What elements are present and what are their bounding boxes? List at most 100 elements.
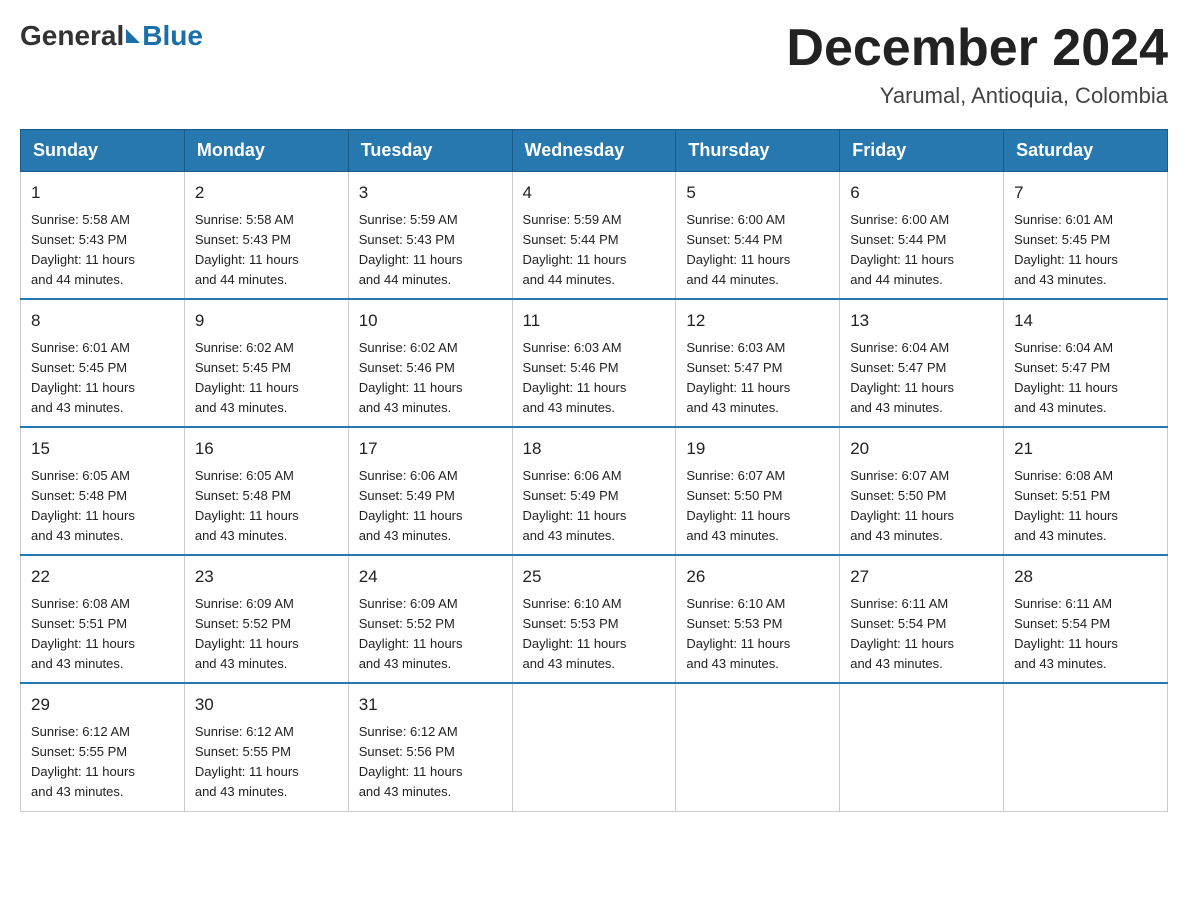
day-info: Sunrise: 6:04 AMSunset: 5:47 PMDaylight:…: [1014, 338, 1157, 419]
day-number: 24: [359, 564, 502, 590]
calendar-cell: 6 Sunrise: 6:00 AMSunset: 5:44 PMDaylight…: [840, 172, 1004, 300]
day-info: Sunrise: 6:00 AMSunset: 5:44 PMDaylight:…: [850, 210, 993, 291]
day-number: 14: [1014, 308, 1157, 334]
calendar-cell: 3 Sunrise: 5:59 AMSunset: 5:43 PMDaylight…: [348, 172, 512, 300]
day-info: Sunrise: 6:10 AMSunset: 5:53 PMDaylight:…: [523, 594, 666, 675]
day-number: 2: [195, 180, 338, 206]
calendar-cell: 17Sunrise: 6:06 AMSunset: 5:49 PMDayligh…: [348, 427, 512, 555]
day-number: 28: [1014, 564, 1157, 590]
calendar-cell: 11 Sunrise: 6:03 AMSunset: 5:46 PMDayligh…: [512, 299, 676, 427]
calendar-table: SundayMondayTuesdayWednesdayThursdayFrid…: [20, 129, 1168, 811]
day-number: 25: [523, 564, 666, 590]
day-number: 8: [31, 308, 174, 334]
header-saturday: Saturday: [1004, 130, 1168, 172]
day-info: Sunrise: 6:10 AMSunset: 5:53 PMDaylight:…: [686, 594, 829, 675]
calendar-cell: 5Sunrise: 6:00 AMSunset: 5:44 PMDaylight…: [676, 172, 840, 300]
calendar-cell: 31Sunrise: 6:12 AMSunset: 5:56 PMDayligh…: [348, 683, 512, 811]
day-number: 4: [523, 180, 666, 206]
day-info: Sunrise: 6:05 AMSunset: 5:48 PMDaylight:…: [195, 466, 338, 547]
day-info: Sunrise: 6:03 AMSunset: 5:46 PMDaylight:…: [523, 338, 666, 419]
day-number: 22: [31, 564, 174, 590]
calendar-cell: 19 Sunrise: 6:07 AMSunset: 5:50 PMDayligh…: [676, 427, 840, 555]
day-number: 30: [195, 692, 338, 718]
day-info: Sunrise: 6:04 AMSunset: 5:47 PMDaylight:…: [850, 338, 993, 419]
day-number: 15: [31, 436, 174, 462]
week-row-3: 15 Sunrise: 6:05 AMSunset: 5:48 PMDayligh…: [21, 427, 1168, 555]
calendar-cell: 10 Sunrise: 6:02 AMSunset: 5:46 PMDayligh…: [348, 299, 512, 427]
week-row-5: 29 Sunrise: 6:12 AMSunset: 5:55 PMDayligh…: [21, 683, 1168, 811]
calendar-cell: 30 Sunrise: 6:12 AMSunset: 5:55 PMDayligh…: [184, 683, 348, 811]
day-info: Sunrise: 6:01 AMSunset: 5:45 PMDaylight:…: [31, 338, 174, 419]
calendar-title: December 2024: [786, 20, 1168, 77]
calendar-cell: 4Sunrise: 5:59 AMSunset: 5:44 PMDaylight…: [512, 172, 676, 300]
week-row-4: 22 Sunrise: 6:08 AMSunset: 5:51 PMDayligh…: [21, 555, 1168, 683]
day-info: Sunrise: 6:07 AMSunset: 5:50 PMDaylight:…: [686, 466, 829, 547]
day-info: Sunrise: 5:58 AMSunset: 5:43 PMDaylight:…: [195, 210, 338, 291]
calendar-cell: [676, 683, 840, 811]
day-number: 19: [686, 436, 829, 462]
day-number: 3: [359, 180, 502, 206]
calendar-cell: 9 Sunrise: 6:02 AMSunset: 5:45 PMDaylight…: [184, 299, 348, 427]
calendar-cell: 2 Sunrise: 5:58 AMSunset: 5:43 PMDaylight…: [184, 172, 348, 300]
calendar-cell: [512, 683, 676, 811]
calendar-cell: 15 Sunrise: 6:05 AMSunset: 5:48 PMDayligh…: [21, 427, 185, 555]
calendar-cell: 22 Sunrise: 6:08 AMSunset: 5:51 PMDayligh…: [21, 555, 185, 683]
day-number: 29: [31, 692, 174, 718]
calendar-cell: 12 Sunrise: 6:03 AMSunset: 5:47 PMDayligh…: [676, 299, 840, 427]
header-row: SundayMondayTuesdayWednesdayThursdayFrid…: [21, 130, 1168, 172]
day-number: 10: [359, 308, 502, 334]
day-info: Sunrise: 6:02 AMSunset: 5:46 PMDaylight:…: [359, 338, 502, 419]
day-info: Sunrise: 6:12 AMSunset: 5:56 PMDaylight:…: [359, 722, 502, 803]
calendar-subtitle: Yarumal, Antioquia, Colombia: [786, 83, 1168, 109]
title-area: December 2024 Yarumal, Antioquia, Colomb…: [786, 20, 1168, 109]
calendar-cell: 25 Sunrise: 6:10 AMSunset: 5:53 PMDayligh…: [512, 555, 676, 683]
day-info: Sunrise: 5:59 AMSunset: 5:43 PMDaylight:…: [359, 210, 502, 291]
day-info: Sunrise: 6:12 AMSunset: 5:55 PMDaylight:…: [195, 722, 338, 803]
logo: General Blue: [20, 20, 203, 52]
day-number: 23: [195, 564, 338, 590]
day-number: 17: [359, 436, 502, 462]
day-info: Sunrise: 6:02 AMSunset: 5:45 PMDaylight:…: [195, 338, 338, 419]
day-number: 26: [686, 564, 829, 590]
day-number: 7: [1014, 180, 1157, 206]
day-number: 11: [523, 308, 666, 334]
calendar-cell: 23Sunrise: 6:09 AMSunset: 5:52 PMDayligh…: [184, 555, 348, 683]
day-info: Sunrise: 6:12 AMSunset: 5:55 PMDaylight:…: [31, 722, 174, 803]
calendar-cell: 18Sunrise: 6:06 AMSunset: 5:49 PMDayligh…: [512, 427, 676, 555]
header-friday: Friday: [840, 130, 1004, 172]
header-monday: Monday: [184, 130, 348, 172]
day-info: Sunrise: 6:05 AMSunset: 5:48 PMDaylight:…: [31, 466, 174, 547]
calendar-cell: 26 Sunrise: 6:10 AMSunset: 5:53 PMDayligh…: [676, 555, 840, 683]
calendar-cell: 13 Sunrise: 6:04 AMSunset: 5:47 PMDayligh…: [840, 299, 1004, 427]
logo-general-text: General: [20, 20, 124, 52]
day-info: Sunrise: 6:06 AMSunset: 5:49 PMDaylight:…: [523, 466, 666, 547]
day-number: 20: [850, 436, 993, 462]
calendar-cell: 24 Sunrise: 6:09 AMSunset: 5:52 PMDayligh…: [348, 555, 512, 683]
day-number: 12: [686, 308, 829, 334]
day-number: 1: [31, 180, 174, 206]
day-number: 9: [195, 308, 338, 334]
header-sunday: Sunday: [21, 130, 185, 172]
calendar-cell: 20Sunrise: 6:07 AMSunset: 5:50 PMDayligh…: [840, 427, 1004, 555]
logo-blue-text: Blue: [142, 20, 203, 52]
calendar-cell: [840, 683, 1004, 811]
day-number: 16: [195, 436, 338, 462]
calendar-cell: 28Sunrise: 6:11 AMSunset: 5:54 PMDayligh…: [1004, 555, 1168, 683]
day-info: Sunrise: 6:08 AMSunset: 5:51 PMDaylight:…: [31, 594, 174, 675]
day-number: 5: [686, 180, 829, 206]
day-number: 6: [850, 180, 993, 206]
week-row-2: 8 Sunrise: 6:01 AMSunset: 5:45 PMDaylight…: [21, 299, 1168, 427]
day-info: Sunrise: 6:01 AMSunset: 5:45 PMDaylight:…: [1014, 210, 1157, 291]
calendar-cell: [1004, 683, 1168, 811]
day-number: 13: [850, 308, 993, 334]
week-row-1: 1 Sunrise: 5:58 AMSunset: 5:43 PMDaylight…: [21, 172, 1168, 300]
day-info: Sunrise: 6:03 AMSunset: 5:47 PMDaylight:…: [686, 338, 829, 419]
day-info: Sunrise: 6:09 AMSunset: 5:52 PMDaylight:…: [359, 594, 502, 675]
page-header: General Blue December 2024 Yarumal, Anti…: [20, 20, 1168, 109]
calendar-cell: 29 Sunrise: 6:12 AMSunset: 5:55 PMDayligh…: [21, 683, 185, 811]
calendar-cell: 16 Sunrise: 6:05 AMSunset: 5:48 PMDayligh…: [184, 427, 348, 555]
day-number: 27: [850, 564, 993, 590]
day-info: Sunrise: 6:08 AMSunset: 5:51 PMDaylight:…: [1014, 466, 1157, 547]
calendar-cell: 27Sunrise: 6:11 AMSunset: 5:54 PMDayligh…: [840, 555, 1004, 683]
calendar-cell: 7 Sunrise: 6:01 AMSunset: 5:45 PMDaylight…: [1004, 172, 1168, 300]
